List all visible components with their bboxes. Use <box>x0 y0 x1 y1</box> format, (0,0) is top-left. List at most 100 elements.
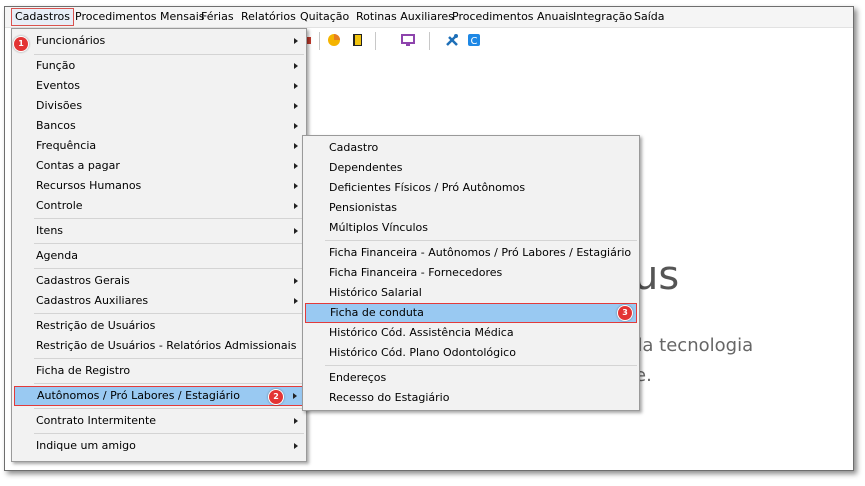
menu-integracao[interactable]: Integração <box>570 9 635 25</box>
menu-item-label: Frequência <box>36 139 97 152</box>
submenu-arrow-icon <box>294 418 298 424</box>
menu-separator <box>34 218 304 219</box>
menu-separator <box>34 268 304 269</box>
submenu-arrow-icon <box>294 38 298 44</box>
menu-bar: Cadastros Procedimentos Mensais Férias R… <box>5 7 853 28</box>
menu-item-label: Indique um amigo <box>36 439 136 452</box>
menu-item-label: Dependentes <box>329 161 403 174</box>
menu-item-label: Bancos <box>36 119 76 132</box>
submenu-item-dependentes[interactable]: Dependentes <box>305 159 637 177</box>
menu-separator <box>34 243 304 244</box>
menu-procedimentos-mensais[interactable]: Procedimentos Mensais <box>72 9 208 25</box>
menu-separator <box>34 54 304 55</box>
menu-item-label: Controle <box>36 199 83 212</box>
submenu-arrow-icon <box>293 393 297 399</box>
autonomos-submenu: Cadastro Dependentes Deficientes Físicos… <box>302 135 640 411</box>
menu-item-cadastros-auxiliares[interactable]: Cadastros Auxiliares <box>14 292 304 310</box>
toolbar-separator <box>319 32 320 50</box>
menu-rotinas-auxiliares[interactable]: Rotinas Auxiliares <box>353 9 457 25</box>
book-icon[interactable] <box>351 33 365 47</box>
submenu-item-pensionistas[interactable]: Pensionistas <box>305 199 637 217</box>
menu-item-autonomos[interactable]: Autônomos / Pró Labores / Estagiário <box>14 386 304 406</box>
menu-item-label: Ficha Financeira - Fornecedores <box>329 266 503 279</box>
submenu-item-ficha-financeira-fornecedores[interactable]: Ficha Financeira - Fornecedores <box>305 264 637 282</box>
menu-item-label: Cadastros Auxiliares <box>36 294 149 307</box>
menu-separator <box>34 433 304 434</box>
menu-item-label: Divisões <box>36 99 83 112</box>
menu-item-label: Ficha de Registro <box>36 364 131 377</box>
menu-item-indique-um-amigo[interactable]: Indique um amigo <box>14 437 304 455</box>
submenu-arrow-icon <box>294 63 298 69</box>
chart-icon[interactable] <box>327 33 341 47</box>
menu-item-controle[interactable]: Controle <box>14 197 304 215</box>
submenu-item-historico-salarial[interactable]: Histórico Salarial <box>305 284 637 302</box>
submenu-arrow-icon <box>294 278 298 284</box>
tools-icon[interactable] <box>445 33 459 47</box>
menu-item-agenda[interactable]: Agenda <box>14 247 304 265</box>
submenu-arrow-icon <box>294 83 298 89</box>
menu-procedimentos-anuais[interactable]: Procedimentos Anuais <box>449 9 577 25</box>
menu-saida[interactable]: Saída <box>631 9 668 25</box>
menu-item-frequencia[interactable]: Frequência <box>14 137 304 155</box>
menu-item-bancos[interactable]: Bancos <box>14 117 304 135</box>
menu-item-recursos-humanos[interactable]: Recursos Humanos <box>14 177 304 195</box>
menu-item-ficha-de-registro[interactable]: Ficha de Registro <box>14 362 304 380</box>
c-icon[interactable]: C <box>467 33 481 47</box>
menu-item-itens[interactable]: Itens <box>14 222 304 240</box>
menu-item-restricao-usuarios[interactable]: Restrição de Usuários <box>14 317 304 335</box>
menu-item-label: Recesso do Estagiário <box>329 391 450 404</box>
menu-item-label: Histórico Salarial <box>329 286 422 299</box>
submenu-item-historico-assistencia-medica[interactable]: Histórico Cód. Assistência Médica <box>305 324 637 342</box>
toolbar-separator <box>429 32 430 50</box>
menu-item-label: Endereços <box>329 371 387 384</box>
menu-item-label: Função <box>36 59 76 72</box>
toolbar: C <box>295 29 515 53</box>
submenu-item-multiplos-vinculos[interactable]: Múltiplos Vínculos <box>305 219 637 237</box>
menu-item-label: Ficha de conduta <box>330 306 424 319</box>
submenu-item-ficha-de-conduta[interactable]: Ficha de conduta <box>305 303 637 323</box>
menu-item-label: Agenda <box>36 249 78 262</box>
menu-item-label: Múltiplos Vínculos <box>329 221 428 234</box>
submenu-item-enderecos[interactable]: Endereços <box>305 369 637 387</box>
menu-separator <box>325 240 637 241</box>
menu-item-label: Funcionários <box>36 34 106 47</box>
menu-item-restricao-usuarios-relatorios[interactable]: Restrição de Usuários - Relatórios Admis… <box>14 337 304 355</box>
app-window: Cadastros Procedimentos Mensais Férias R… <box>4 6 854 471</box>
menu-separator <box>34 358 304 359</box>
menu-item-label: Histórico Cód. Assistência Médica <box>329 326 514 339</box>
menu-item-eventos[interactable]: Eventos <box>14 77 304 95</box>
menu-item-contas-a-pagar[interactable]: Contas a pagar <box>14 157 304 175</box>
menu-item-divisoes[interactable]: Divisões <box>14 97 304 115</box>
monitor-icon[interactable] <box>401 33 415 47</box>
submenu-arrow-icon <box>294 183 298 189</box>
menu-item-label: Restrição de Usuários - Relatórios Admis… <box>36 339 297 352</box>
menu-item-label: Contas a pagar <box>36 159 120 172</box>
submenu-item-ficha-financeira-autonomos[interactable]: Ficha Financeira - Autônomos / Pró Labor… <box>305 244 637 262</box>
submenu-arrow-icon <box>294 163 298 169</box>
submenu-arrow-icon <box>294 143 298 149</box>
menu-separator <box>34 408 304 409</box>
menu-item-funcionarios[interactable]: Funcionários <box>14 32 304 50</box>
menu-item-label: Contrato Intermitente <box>36 414 157 427</box>
menu-item-label: Cadastro <box>329 141 379 154</box>
submenu-item-deficientes[interactable]: Deficientes Físicos / Pró Autônomos <box>305 179 637 197</box>
submenu-item-historico-plano-odontologico[interactable]: Histórico Cód. Plano Odontológico <box>305 344 637 362</box>
submenu-item-recesso-estagiario[interactable]: Recesso do Estagiário <box>305 389 637 407</box>
menu-quitacao[interactable]: Quitação <box>297 9 352 25</box>
submenu-arrow-icon <box>294 228 298 234</box>
svg-text:C: C <box>471 36 478 47</box>
cadastros-dropdown: Funcionários Função Eventos Divisões Ban… <box>11 28 307 462</box>
menu-item-label: Ficha Financeira - Autônomos / Pró Labor… <box>329 246 632 259</box>
menu-cadastros[interactable]: Cadastros <box>11 8 74 26</box>
menu-ferias[interactable]: Férias <box>198 9 237 25</box>
submenu-item-cadastro[interactable]: Cadastro <box>305 139 637 157</box>
menu-item-contrato-intermitente[interactable]: Contrato Intermitente <box>14 412 304 430</box>
step-badge-2: 2 <box>269 390 283 404</box>
menu-item-cadastros-gerais[interactable]: Cadastros Gerais <box>14 272 304 290</box>
menu-item-funcao[interactable]: Função <box>14 57 304 75</box>
menu-separator <box>34 313 304 314</box>
submenu-arrow-icon <box>294 123 298 129</box>
submenu-arrow-icon <box>294 443 298 449</box>
menu-item-label: Recursos Humanos <box>36 179 142 192</box>
menu-relatorios[interactable]: Relatórios <box>238 9 299 25</box>
